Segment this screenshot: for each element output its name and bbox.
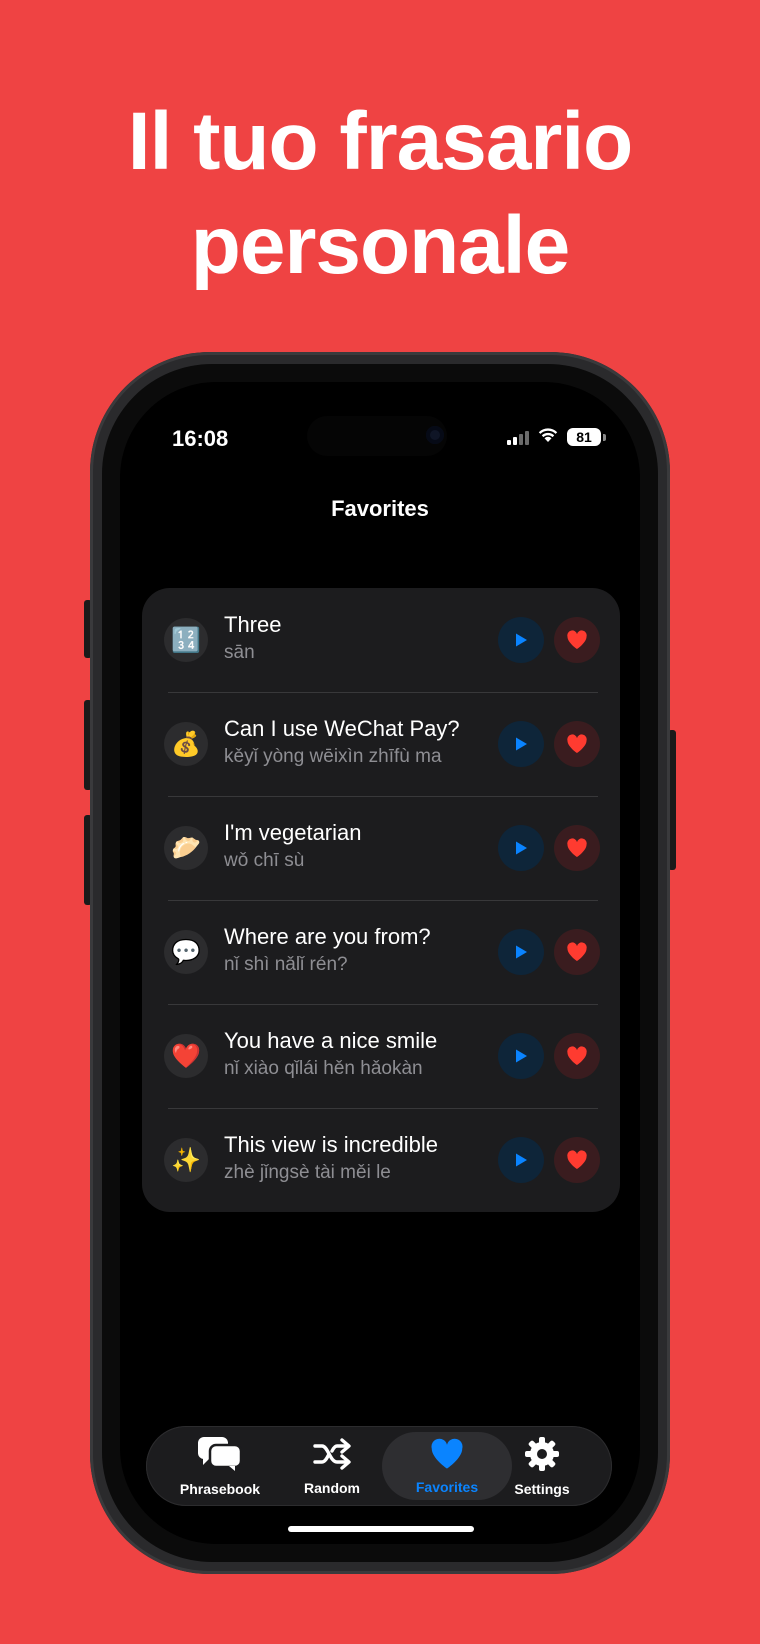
money-bag-icon: 💰: [164, 722, 208, 766]
emoji-glyph: 💰: [171, 730, 201, 758]
phone-frame: 16:08 81 Favorites 🔢 Three sān 💰 Can I u…: [90, 352, 670, 1574]
tab-label-phrasebook: Phrasebook: [179, 1480, 261, 1497]
phrase-english: Where are you from?: [224, 924, 431, 949]
play-button[interactable]: [498, 617, 544, 663]
phrase-english: This view is incredible: [224, 1132, 438, 1157]
list-item[interactable]: ✨ This view is incredible zhè jǐngsè tài m…: [142, 1108, 620, 1212]
phrase-pinyin: kěyǐ yòng wēixìn zhīfù ma: [224, 746, 442, 767]
emoji-glyph: 🔢: [171, 626, 201, 654]
emoji-glyph: ✨: [171, 1146, 201, 1174]
phrase-pinyin: zhè jǐngsè tài měi le: [224, 1162, 391, 1183]
tab-label-favorites: Favorites: [415, 1478, 479, 1495]
unfavorite-button[interactable]: [554, 1137, 600, 1183]
play-button[interactable]: [498, 1033, 544, 1079]
list-item[interactable]: 🥟 I'm vegetarian wǒ chī sù: [142, 796, 620, 900]
phrase-text: You have a nice smile nǐ xiào qǐlái hěn h…: [224, 1026, 494, 1082]
promo-title-line-2: personale: [190, 200, 570, 291]
tab-random[interactable]: Random: [276, 1432, 388, 1500]
phrase-pinyin: sān: [224, 642, 255, 663]
play-icon: [512, 631, 530, 649]
phrase-english: Can I use WeChat Pay?: [224, 716, 460, 741]
unfavorite-button[interactable]: [554, 929, 600, 975]
heart-icon: [429, 1438, 465, 1475]
play-icon: [512, 1151, 530, 1169]
tab-phrasebook[interactable]: Phrasebook: [164, 1432, 276, 1500]
wifi-icon: [537, 426, 559, 448]
cellular-signal-icon: [507, 429, 529, 445]
emoji-glyph: ❤️: [171, 1042, 201, 1070]
play-button[interactable]: [498, 721, 544, 767]
play-icon: [512, 1047, 530, 1065]
phrase-english: Three: [224, 612, 282, 637]
list-item[interactable]: 💬 Where are you from? nǐ shì nǎlǐ rén?: [142, 900, 620, 1004]
status-indicators: 81: [507, 426, 606, 448]
list-item[interactable]: 🔢 Three sān: [142, 588, 620, 692]
list-item[interactable]: ❤️ You have a nice smile nǐ xiào qǐlái hěn…: [142, 1004, 620, 1108]
play-icon: [512, 839, 530, 857]
status-time: 16:08: [172, 426, 229, 451]
home-indicator[interactable]: [288, 1526, 474, 1532]
sparkles-icon: ✨: [164, 1138, 208, 1182]
phrase-english: You have a nice smile: [224, 1028, 438, 1053]
phrase-text: Can I use WeChat Pay? kěyǐ yòng wēixìn zh…: [224, 714, 494, 770]
red-heart-icon: ❤️: [164, 1034, 208, 1078]
battery-icon: 81: [567, 428, 606, 446]
phone-screen: 16:08 81 Favorites 🔢 Three sān 💰 Can I u…: [120, 382, 640, 1544]
gear-icon: [524, 1436, 560, 1477]
phone-bezel: 16:08 81 Favorites 🔢 Three sān 💰 Can I u…: [102, 364, 658, 1562]
tab-label-random: Random: [304, 1479, 360, 1496]
dumpling-icon: 🥟: [164, 826, 208, 870]
phrase-pinyin: nǐ xiào qǐlái hěn hǎokàn: [224, 1058, 423, 1079]
unfavorite-button[interactable]: [554, 617, 600, 663]
favorites-list: 🔢 Three sān 💰 Can I use WeChat Pay? kěyǐ yòng…: [142, 588, 620, 1212]
phrase-text: Three sān: [224, 610, 494, 666]
play-button[interactable]: [498, 1137, 544, 1183]
chat-bubbles-icon: [197, 1436, 243, 1477]
phrase-text: Where are you from? nǐ shì nǎlǐ rén?: [224, 922, 494, 978]
play-icon: [512, 943, 530, 961]
promo-title-line-1: Il tuo frasario: [127, 96, 633, 187]
heart-icon: [566, 1046, 588, 1066]
play-button[interactable]: [498, 825, 544, 871]
heart-icon: [566, 630, 588, 650]
phrase-text: I'm vegetarian wǒ chī sù: [224, 818, 494, 874]
phrase-pinyin: wǒ chī sù: [224, 850, 305, 871]
front-camera: [426, 426, 444, 444]
unfavorite-button[interactable]: [554, 1033, 600, 1079]
heart-icon: [566, 942, 588, 962]
battery-level: 81: [567, 428, 601, 446]
list-item[interactable]: 💰 Can I use WeChat Pay? kěyǐ yòng wēixìn z…: [142, 692, 620, 796]
emoji-glyph: 🥟: [171, 834, 201, 862]
unfavorite-button[interactable]: [554, 721, 600, 767]
phrase-text: This view is incredible zhè jǐngsè tài mě…: [224, 1130, 494, 1186]
phrase-pinyin: nǐ shì nǎlǐ rén?: [224, 954, 348, 975]
tab-settings[interactable]: Settings: [486, 1432, 598, 1500]
promo-title: Il tuo frasario personale: [0, 90, 760, 298]
tab-label-settings: Settings: [514, 1480, 570, 1497]
phrase-english: I'm vegetarian: [224, 820, 362, 845]
promo-screen: Il tuo frasario personale 16:08 81 Favor…: [0, 0, 760, 1644]
unfavorite-button[interactable]: [554, 825, 600, 871]
shuffle-icon: [312, 1437, 352, 1476]
page-title: Favorites: [331, 496, 429, 521]
heart-icon: [566, 734, 588, 754]
play-icon: [512, 735, 530, 753]
heart-icon: [566, 1150, 588, 1170]
numbers-icon: 🔢: [164, 618, 208, 662]
play-button[interactable]: [498, 929, 544, 975]
tab-bar: Phrasebook Random Favorites Settings: [146, 1426, 612, 1506]
emoji-glyph: 💬: [171, 938, 201, 966]
speech-bubble-icon: 💬: [164, 930, 208, 974]
heart-icon: [566, 838, 588, 858]
